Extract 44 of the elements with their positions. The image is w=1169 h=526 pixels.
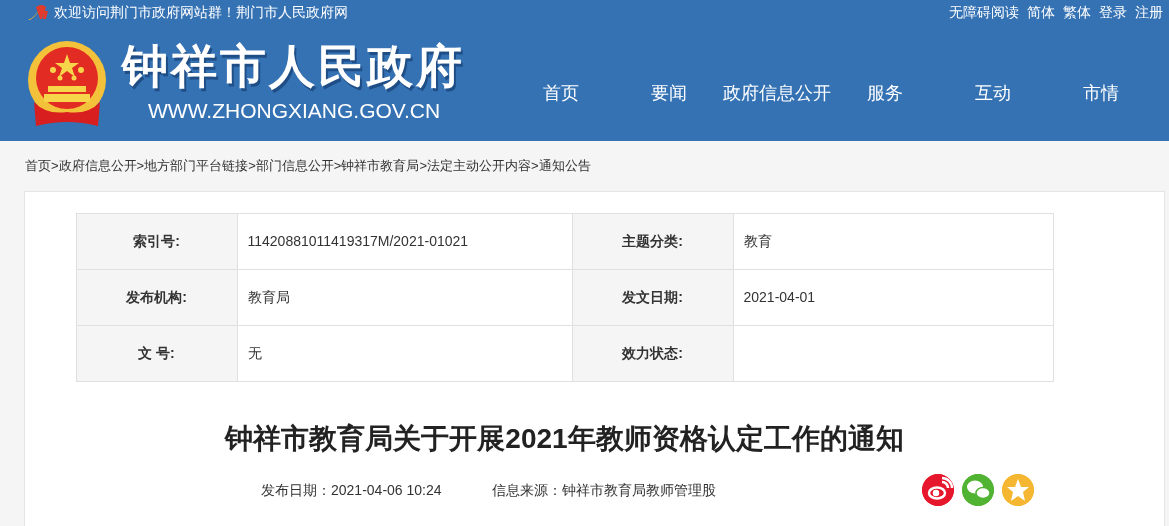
info-source: 信息来源：钟祥市教育局教师管理股 bbox=[491, 480, 716, 500]
value-cell: 2021-04-01 bbox=[733, 269, 1053, 326]
nav-link[interactable]: 互动 bbox=[939, 80, 1047, 107]
value-cell: 教育 bbox=[733, 213, 1053, 270]
welcome-text: 欢迎访问荆门市政府网站群！荆门市人民政府网 bbox=[54, 2, 348, 22]
label-cell: 文 号: bbox=[76, 325, 237, 382]
breadcrumb-separator: > bbox=[333, 157, 342, 176]
breadcrumb-link[interactable]: 政府信息公开 bbox=[58, 156, 137, 176]
star-share-icon[interactable] bbox=[1001, 474, 1034, 506]
nav-link[interactable]: 服务 bbox=[831, 80, 939, 107]
top-link[interactable]: 登录 bbox=[1099, 1, 1127, 23]
breadcrumb-separator: > bbox=[530, 157, 539, 176]
label-cell: 索引号: bbox=[76, 213, 237, 270]
top-link[interactable]: 无障碍阅读 bbox=[949, 1, 1019, 23]
top-link[interactable]: 注册 bbox=[1135, 1, 1163, 23]
value-cell: 教育局 bbox=[237, 269, 572, 326]
breadcrumb-link[interactable]: 首页 bbox=[25, 156, 51, 176]
breadcrumb-separator: > bbox=[136, 157, 145, 176]
label-cell: 主题分类: bbox=[572, 213, 733, 270]
weibo-share-icon[interactable] bbox=[921, 474, 954, 506]
label-cell: 发布机构: bbox=[76, 269, 237, 326]
value-cell: 无 bbox=[237, 325, 572, 382]
nav-link[interactable]: 首页 bbox=[507, 80, 615, 107]
top-link[interactable]: 繁体 bbox=[1063, 1, 1091, 23]
breadcrumb-link[interactable]: 钟祥市教育局 bbox=[341, 156, 420, 176]
breadcrumb-link[interactable]: 部门信息公开 bbox=[255, 156, 334, 176]
site-url: WWW.ZHONGXIANG.GOV.CN bbox=[148, 98, 442, 124]
breadcrumb-link[interactable]: 地方部门平台链接 bbox=[144, 156, 249, 176]
publish-date: 发布日期：2021-04-06 10:24 bbox=[261, 480, 442, 500]
breadcrumb-link[interactable]: 法定主动公开内容 bbox=[426, 156, 531, 176]
breadcrumb-separator: > bbox=[51, 157, 59, 176]
nav-link[interactable]: 政府信息公开 bbox=[723, 80, 831, 107]
value-cell: 11420881011419317M/2021-01021 bbox=[237, 213, 572, 270]
breadcrumb-separator: > bbox=[419, 157, 427, 176]
nav-link[interactable]: 要闻 bbox=[615, 80, 723, 107]
label-cell: 发文日期: bbox=[572, 269, 733, 326]
label-cell: 效力状态: bbox=[572, 325, 733, 382]
article-title: 钟祥市教育局关于开展2021年教师资格认定工作的通知 bbox=[225, 422, 904, 456]
breadcrumb-link[interactable]: 通知公告 bbox=[538, 156, 591, 176]
top-link[interactable]: 简体 bbox=[1027, 1, 1055, 23]
breadcrumb-separator: > bbox=[248, 157, 256, 176]
chat-share-icon[interactable] bbox=[961, 474, 994, 506]
site-name: 钟祥市人民政府 bbox=[122, 40, 465, 92]
nav-link[interactable]: 市情 bbox=[1047, 80, 1155, 107]
